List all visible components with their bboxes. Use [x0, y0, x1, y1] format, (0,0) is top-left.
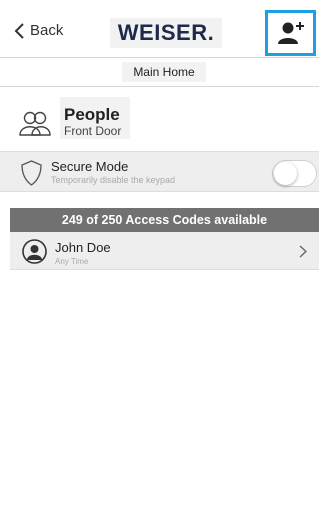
- secure-mode-description: Temporarily disable the keypad: [51, 175, 176, 185]
- door-name: Front Door: [64, 124, 122, 138]
- add-user-button[interactable]: [265, 10, 316, 56]
- back-label: Back: [30, 22, 64, 39]
- chevron-right-icon: [299, 245, 307, 258]
- brand-logo: WEISER.: [110, 18, 222, 48]
- access-codes-summary: 249 of 250 Access Codes available: [61, 213, 268, 227]
- logo-text: WEISER.: [117, 20, 215, 45]
- avatar-icon: [22, 239, 47, 264]
- access-codes-bar: 249 of 250 Access Codes available: [10, 208, 319, 232]
- people-title: People: [64, 105, 120, 124]
- home-selector[interactable]: Main Home: [0, 59, 319, 87]
- people-icon: [19, 111, 51, 136]
- toggle-knob: [274, 162, 297, 185]
- user-name: John Doe: [55, 240, 111, 255]
- user-schedule: Any Time: [55, 257, 89, 266]
- home-label: Main Home: [122, 62, 206, 82]
- chevron-left-icon: [14, 22, 24, 39]
- secure-mode-title: Secure Mode: [51, 159, 129, 174]
- back-button[interactable]: Back: [14, 22, 63, 39]
- navbar: Back WEISER.: [0, 0, 319, 58]
- secure-mode-toggle[interactable]: [272, 160, 317, 187]
- add-user-icon: [277, 22, 304, 44]
- shield-icon: [21, 160, 42, 186]
